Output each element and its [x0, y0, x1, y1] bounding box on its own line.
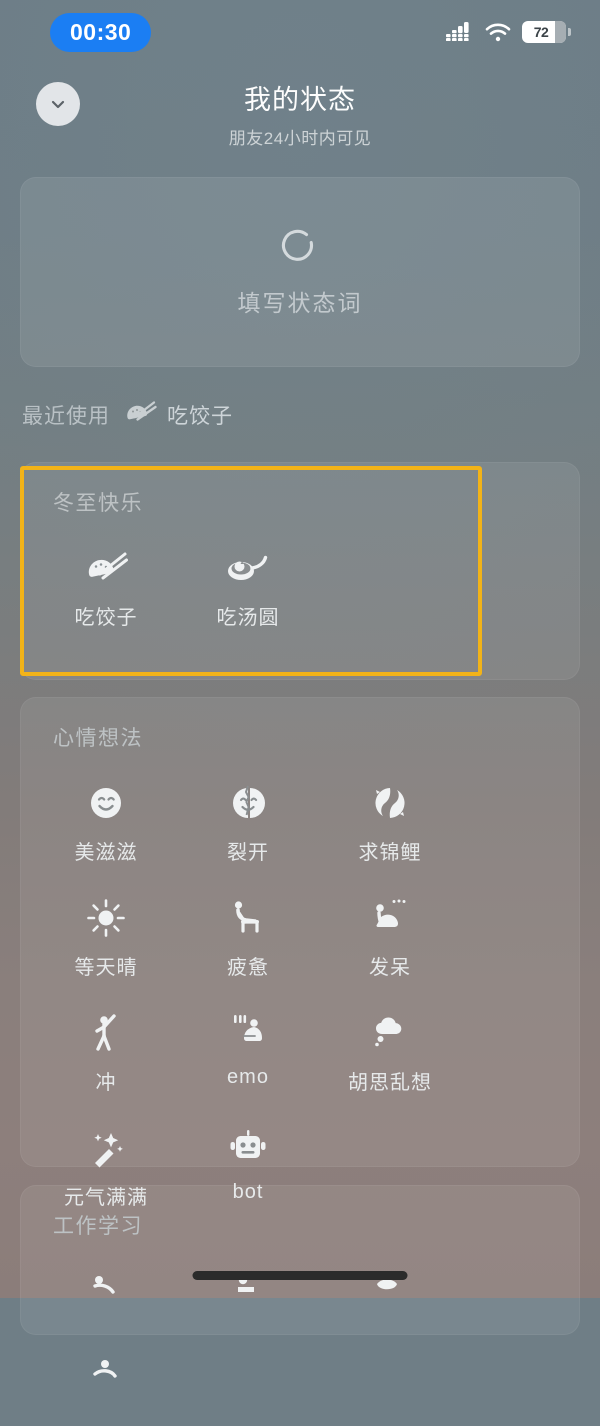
battery-empty-portion [555, 21, 566, 43]
status-item-label: 疲惫 [227, 957, 269, 979]
status-item-happy[interactable]: 美滋滋 [35, 766, 177, 881]
status-item-koi[interactable]: 求锦鲤 [319, 766, 461, 881]
status-item-charge[interactable]: 冲 [35, 996, 177, 1111]
status-bar: 00:30 72 [0, 0, 600, 64]
person-raising-arm-icon [83, 1010, 129, 1056]
koi-fish-icon [367, 780, 413, 826]
status-item-tired[interactable]: 疲惫 [177, 881, 319, 996]
header-text-group: 我的状态 朋友24小时内可见 [0, 74, 600, 149]
section-title: 冬至快乐 [53, 492, 143, 515]
status-item-label: 美滋滋 [74, 842, 138, 864]
collapse-button[interactable] [36, 82, 80, 126]
status-input-placeholder: 填写状态词 [237, 289, 363, 316]
thought-cloud-icon [367, 1010, 413, 1056]
cracked-face-icon [225, 780, 271, 826]
status-item-partial[interactable] [35, 1340, 177, 1426]
status-item-label: 发呆 [369, 957, 411, 979]
status-grid: 吃饺子 吃汤圆 [21, 517, 579, 646]
tangyuan-spoon-icon [225, 545, 271, 591]
status-item-label: 求锦鲤 [358, 842, 422, 864]
recently-used-row: 最近使用 吃饺子 [22, 398, 233, 431]
status-item-label: 吃饺子 [74, 607, 138, 629]
smiling-face-icon [83, 780, 129, 826]
status-item-label: emo [227, 1066, 269, 1088]
dumpling-chopsticks-icon [123, 398, 157, 431]
status-grid: 美滋滋 裂开 求锦鲤 等天晴 疲惫 发呆 冲 emo 胡思乱想 元气满满 bot [21, 752, 579, 1226]
sun-icon [83, 895, 129, 941]
recently-used-item-label: 吃饺子 [167, 404, 233, 428]
dumpling-chopsticks-icon [83, 545, 129, 591]
magic-wand-sparkle-icon [83, 1125, 129, 1171]
robot-head-icon [225, 1125, 271, 1171]
section-mood-thoughts: 心情想法 美滋滋 裂开 求锦鲤 等天晴 疲惫 发呆 冲 emo 胡思乱想 元气满… [20, 697, 580, 1209]
status-item-partial[interactable] [35, 1254, 177, 1340]
section-title: 心情想法 [53, 727, 143, 750]
status-bar-clock: 00:30 [50, 12, 152, 52]
battery-icon: 72 [522, 21, 571, 43]
status-item-wandering[interactable]: 胡思乱想 [319, 996, 461, 1111]
status-item-dumpling[interactable]: 吃饺子 [35, 531, 177, 646]
status-item-label: 吃汤圆 [216, 607, 280, 629]
status-item-cracked[interactable]: 裂开 [177, 766, 319, 881]
status-item-partial[interactable] [319, 1254, 461, 1340]
recently-used-item[interactable]: 吃饺子 [123, 398, 233, 431]
status-item-sunny[interactable]: 等天晴 [35, 881, 177, 996]
section-winter-solstice: 冬至快乐 吃饺子 吃汤圆 [20, 462, 580, 680]
status-item-daze[interactable]: 发呆 [319, 881, 461, 996]
status-item-label: 胡思乱想 [348, 1072, 432, 1094]
page-title: 我的状态 [244, 85, 356, 115]
status-input-card[interactable]: 填写状态词 [20, 177, 580, 367]
cellular-signal-icon [446, 22, 472, 41]
status-item-tangyuan[interactable]: 吃汤圆 [177, 531, 319, 646]
status-bar-indicators: 72 [446, 21, 571, 43]
home-indicator-bar[interactable] [192, 1271, 408, 1280]
phone-screen: 00:30 72 我的状态 朋友24小时内可见 填写状态词 最近使用 吃饺子 冬… [0, 0, 600, 1378]
recently-used-label: 最近使用 [22, 404, 110, 428]
emoji-ring-placeholder-icon[interactable] [280, 227, 320, 267]
page-header: 我的状态 朋友24小时内可见 [0, 74, 600, 152]
status-item-label: 等天晴 [74, 957, 138, 979]
battery-level-text: 72 [533, 24, 549, 40]
page-subtitle: 朋友24小时内可见 [228, 129, 372, 148]
section-work-study: 工作学习 [20, 1185, 580, 1378]
chevron-down-icon [47, 93, 69, 115]
tired-person-icon [225, 895, 271, 941]
person-icon [83, 1268, 129, 1314]
status-grid [21, 1240, 579, 1426]
daydreaming-person-icon [367, 895, 413, 941]
status-item-partial[interactable] [177, 1254, 319, 1340]
crouching-person-icon [225, 1010, 271, 1056]
status-item-label: 冲 [95, 1072, 117, 1094]
status-item-label: 裂开 [227, 842, 269, 864]
section-title: 工作学习 [53, 1215, 143, 1238]
wifi-icon [485, 23, 511, 42]
person-icon [83, 1354, 129, 1400]
status-item-emo[interactable]: emo [177, 996, 319, 1111]
